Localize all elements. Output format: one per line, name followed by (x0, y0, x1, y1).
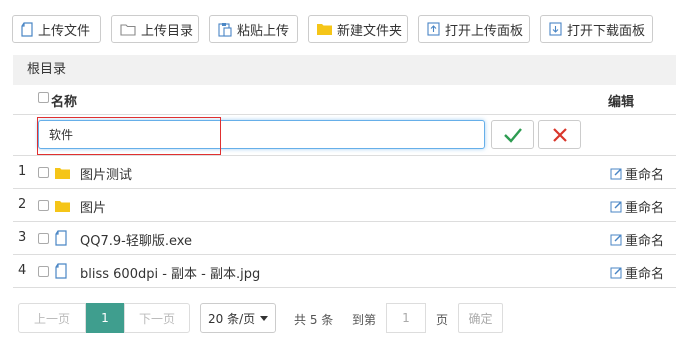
table-row[interactable]: 4 bliss 600dpi - 副本 - 副本.jpg 重命名 (13, 255, 676, 288)
open-download-panel-button[interactable]: 打开下载面板 (540, 15, 653, 43)
page-size-select[interactable]: 20 条/页 (200, 303, 276, 333)
goto-label: 到第 (352, 313, 377, 327)
rename-link[interactable]: 重命名 (610, 263, 664, 282)
rename-label: 重命名 (625, 234, 665, 249)
file-name[interactable]: 图片 (80, 197, 106, 216)
file-name[interactable]: 图片测试 (80, 164, 132, 183)
row-checkbox[interactable] (38, 266, 49, 277)
rename-label: 重命名 (625, 168, 665, 183)
open-upload-panel-button[interactable]: 打开上传面板 (418, 15, 530, 43)
new-folder-label: 新建文件夹 (337, 23, 403, 39)
table-header: 名称 编辑 (13, 85, 676, 115)
total-count: 共 5 条 (294, 313, 334, 327)
column-header-name[interactable]: 名称 (51, 91, 77, 110)
row-checkbox[interactable] (38, 233, 49, 244)
goto-confirm-button[interactable]: 确定 (458, 303, 503, 333)
row-number: 3 (18, 230, 27, 245)
folder-outline-icon (120, 23, 136, 36)
edit-icon (610, 234, 622, 246)
prev-page-button[interactable]: 上一页 (18, 303, 86, 333)
folder-icon (55, 201, 70, 212)
row-number: 1 (18, 164, 27, 179)
edit-icon (610, 201, 622, 213)
folder-name-input[interactable] (38, 120, 485, 149)
edit-icon (610, 168, 622, 180)
confirm-button[interactable] (491, 120, 534, 149)
upload-dir-label: 上传目录 (141, 23, 194, 39)
file-icon (21, 21, 33, 37)
page-size-value: 20 条/页 (208, 311, 256, 326)
new-folder-button[interactable]: 新建文件夹 (308, 15, 408, 43)
new-folder-edit-row (13, 115, 676, 156)
open-upload-panel-label: 打开上传面板 (445, 23, 524, 39)
row-number: 2 (18, 197, 27, 212)
rename-link[interactable]: 重命名 (610, 230, 664, 249)
edit-icon (610, 267, 622, 279)
close-icon (552, 127, 567, 142)
breadcrumb-root[interactable]: 根目录 (27, 62, 66, 77)
caret-down-icon (260, 316, 268, 321)
page-1-button[interactable]: 1 (86, 303, 124, 333)
clipboard-icon (218, 22, 232, 37)
rename-label: 重命名 (625, 201, 665, 216)
folder-icon (317, 24, 332, 35)
row-number: 4 (18, 263, 27, 278)
rename-link[interactable]: 重命名 (610, 164, 664, 183)
folder-icon (55, 168, 70, 179)
upload-file-label: 上传文件 (38, 23, 91, 39)
rename-label: 重命名 (625, 267, 665, 282)
paste-upload-button[interactable]: 粘贴上传 (209, 15, 298, 43)
open-download-panel-label: 打开下载面板 (567, 23, 646, 39)
upload-dir-button[interactable]: 上传目录 (111, 15, 199, 43)
table-row[interactable]: 1 图片测试 重命名 (13, 156, 676, 189)
file-icon (55, 263, 67, 279)
cancel-button[interactable] (538, 120, 581, 149)
upload-icon (427, 22, 440, 36)
select-all-checkbox[interactable] (38, 92, 49, 103)
row-checkbox[interactable] (38, 167, 49, 178)
file-name[interactable]: QQ7.9-轻聊版.exe (80, 230, 192, 249)
page-unit-label: 页 (436, 313, 449, 327)
file-name[interactable]: bliss 600dpi - 副本 - 副本.jpg (80, 263, 260, 282)
table-row[interactable]: 2 图片 重命名 (13, 189, 676, 222)
toolbar: 上传文件 上传目录 粘贴上传 新建文件夹 打开上传面板 打开下载面板 (12, 15, 676, 45)
rename-link[interactable]: 重命名 (610, 197, 664, 216)
file-icon (55, 230, 67, 246)
upload-file-button[interactable]: 上传文件 (12, 15, 101, 43)
breadcrumb: 根目录 (13, 55, 676, 85)
paste-upload-label: 粘贴上传 (237, 23, 290, 39)
column-header-edit: 编辑 (608, 95, 635, 110)
pagination: 上一页 1 下一页 20 条/页 共 5 条 到第 1 页 确定 (0, 303, 676, 333)
goto-page-input[interactable]: 1 (386, 303, 426, 333)
check-icon (503, 127, 522, 143)
next-page-button[interactable]: 下一页 (124, 303, 190, 333)
download-icon (549, 22, 562, 36)
row-checkbox[interactable] (38, 200, 49, 211)
table-row[interactable]: 3 QQ7.9-轻聊版.exe 重命名 (13, 222, 676, 255)
